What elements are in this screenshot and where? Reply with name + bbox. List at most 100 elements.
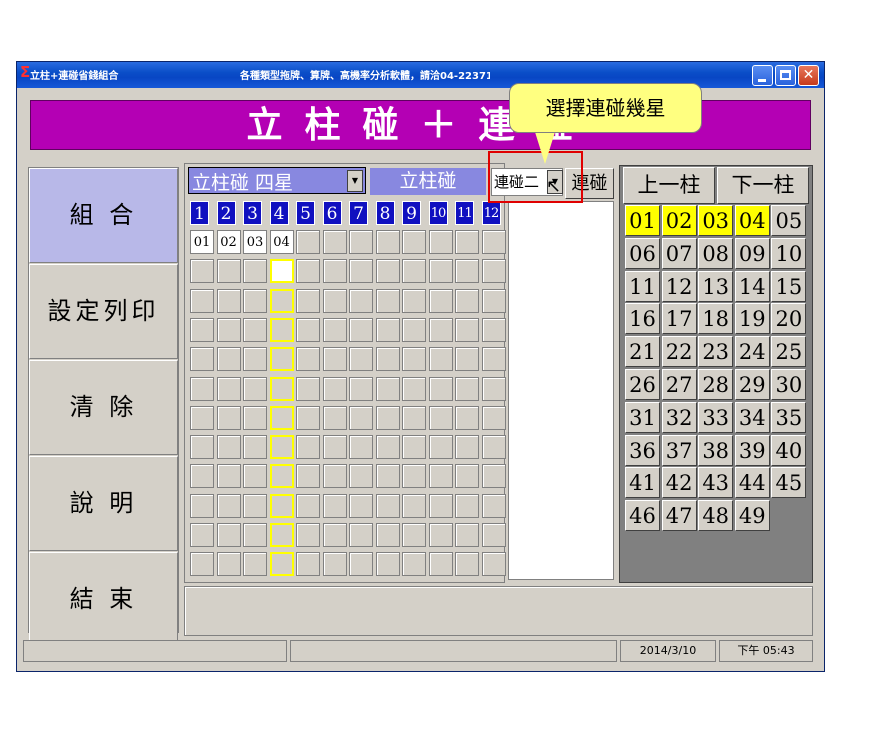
number-button[interactable]: 25 [771, 336, 807, 368]
grid-cell[interactable] [428, 493, 453, 518]
grid-cell[interactable] [375, 493, 400, 518]
grid-cell[interactable]: 01 [190, 230, 214, 254]
column-header[interactable]: 12 [481, 201, 501, 225]
column-header[interactable]: 5 [296, 201, 315, 225]
grid-cell[interactable] [190, 347, 214, 372]
number-button[interactable]: 31 [625, 401, 660, 433]
number-button[interactable]: 10 [771, 237, 807, 269]
number-button[interactable]: 43 [698, 467, 734, 499]
grid-cell[interactable] [190, 376, 214, 401]
number-button[interactable]: 21 [625, 336, 660, 368]
grid-cell[interactable] [243, 493, 267, 518]
grid-cell[interactable] [402, 405, 426, 430]
menu-button-5[interactable]: 結 束 [29, 552, 178, 647]
grid-cell[interactable] [455, 317, 479, 342]
grid-cell[interactable] [269, 523, 294, 547]
grid-cell[interactable] [481, 464, 506, 489]
grid-cell[interactable] [296, 376, 320, 401]
grid-cell[interactable] [455, 493, 479, 518]
grid-cell[interactable] [455, 347, 479, 372]
grid-cell[interactable] [322, 376, 347, 401]
grid-cell[interactable] [296, 405, 320, 430]
grid-cell[interactable] [322, 288, 347, 313]
grid-cell[interactable] [269, 376, 294, 401]
grid-cell[interactable] [481, 552, 506, 577]
grid-cell[interactable] [481, 523, 506, 547]
grid-cell[interactable] [428, 347, 453, 372]
number-button[interactable]: 07 [661, 237, 697, 269]
grid-cell[interactable] [190, 317, 214, 342]
grid-cell[interactable] [269, 259, 294, 284]
grid-cell[interactable] [296, 493, 320, 518]
maximize-button[interactable] [775, 65, 796, 86]
grid-cell[interactable] [243, 435, 267, 460]
grid-cell[interactable] [243, 523, 267, 547]
menu-button-3[interactable]: 清 除 [29, 360, 178, 455]
number-button[interactable]: 26 [625, 369, 660, 400]
grid-cell[interactable] [428, 376, 453, 401]
grid-cell[interactable] [428, 230, 453, 254]
grid-cell[interactable] [402, 435, 426, 460]
grid-cell[interactable] [296, 288, 320, 313]
column-header[interactable]: 1 [190, 201, 209, 225]
number-button[interactable]: 48 [698, 500, 734, 532]
grid-cell[interactable] [349, 435, 373, 460]
grid-cell[interactable] [428, 464, 453, 489]
grid-cell[interactable] [216, 464, 241, 489]
number-button[interactable]: 14 [734, 270, 770, 302]
grid-cell[interactable] [375, 259, 400, 284]
grid-cell[interactable] [269, 493, 294, 518]
number-button[interactable]: 15 [771, 270, 807, 302]
grid-cell[interactable] [216, 288, 241, 313]
grid-cell[interactable] [269, 405, 294, 430]
grid-cell[interactable] [402, 230, 426, 254]
grid-cell[interactable] [243, 376, 267, 401]
grid-cell[interactable] [428, 317, 453, 342]
grid-cell[interactable] [243, 552, 267, 577]
grid-cell[interactable] [402, 259, 426, 284]
close-button[interactable]: ✕ [798, 65, 819, 86]
grid-cell[interactable] [269, 552, 294, 577]
number-button[interactable]: 09 [734, 237, 770, 269]
number-button[interactable]: 38 [698, 434, 734, 466]
grid-cell[interactable] [375, 376, 400, 401]
grid-cell[interactable] [216, 552, 241, 577]
grid-cell[interactable] [322, 552, 347, 577]
grid-cell[interactable] [375, 230, 400, 254]
grid-cell[interactable] [216, 259, 241, 284]
grid-cell[interactable] [216, 405, 241, 430]
grid-cell[interactable] [216, 376, 241, 401]
grid-cell[interactable] [269, 317, 294, 342]
grid-cell[interactable] [216, 435, 241, 460]
number-button[interactable]: 27 [661, 369, 697, 400]
grid-cell[interactable] [349, 288, 373, 313]
grid-cell[interactable] [375, 523, 400, 547]
grid-cell[interactable] [428, 288, 453, 313]
grid-cell[interactable] [349, 405, 373, 430]
column-header[interactable]: 9 [402, 201, 421, 225]
grid-cell[interactable] [190, 552, 214, 577]
number-button[interactable]: 39 [734, 434, 770, 466]
grid-cell[interactable] [349, 493, 373, 518]
grid-cell[interactable] [375, 435, 400, 460]
number-button[interactable]: 47 [661, 500, 697, 532]
grid-cell[interactable] [402, 317, 426, 342]
column-header[interactable]: 10 [428, 201, 448, 225]
column-header[interactable]: 8 [375, 201, 395, 225]
number-button[interactable]: 22 [661, 336, 697, 368]
grid-cell[interactable] [322, 523, 347, 547]
number-button[interactable]: 42 [661, 467, 697, 499]
prev-column-button[interactable]: 上一柱 [623, 167, 715, 204]
column-header[interactable]: 6 [322, 201, 342, 225]
number-button[interactable]: 17 [661, 303, 697, 335]
grid-cell[interactable] [455, 405, 479, 430]
grid-cell[interactable] [428, 435, 453, 460]
grid-cell[interactable] [402, 464, 426, 489]
menu-button-4[interactable]: 說 明 [29, 456, 178, 551]
grid-cell[interactable] [243, 259, 267, 284]
grid-cell[interactable] [349, 317, 373, 342]
grid-cell[interactable] [322, 405, 347, 430]
grid-cell[interactable] [402, 347, 426, 372]
number-button[interactable]: 08 [698, 237, 734, 269]
number-button[interactable]: 33 [698, 401, 734, 433]
